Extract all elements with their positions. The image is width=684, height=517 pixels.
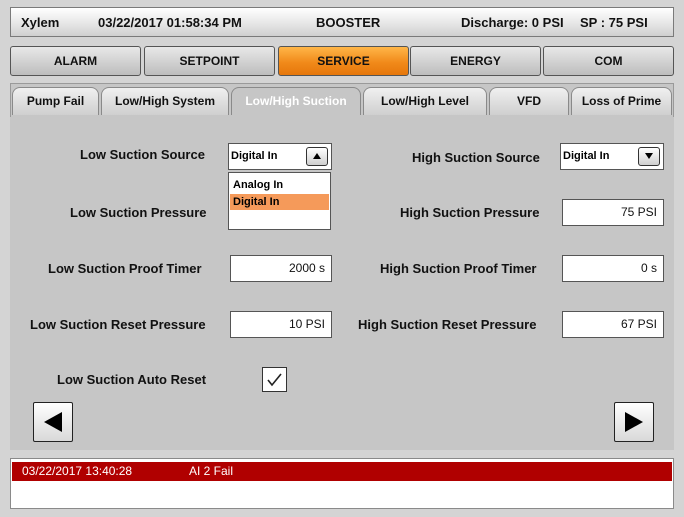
active-alarm-list: 03/22/2017 13:40:28 AI 2 Fail [10,458,674,509]
subtab-loss-of-prime[interactable]: Loss of Prime [571,87,672,115]
tab-com[interactable]: COM [543,46,674,76]
high-suction-reset-pressure-field[interactable]: 67 PSI [562,311,664,338]
subtab-low-high-suction[interactable]: Low/High Suction [231,87,361,115]
alarm-timestamp: 03/22/2017 13:40:28 [22,464,133,478]
subtab-low-high-level[interactable]: Low/High Level [363,87,487,115]
check-icon [267,373,282,387]
low-suction-auto-reset-label: Low Suction Auto Reset [57,372,207,387]
alarm-message: AI 2 Fail [189,464,234,478]
option-analog-in[interactable]: Analog In [230,177,329,193]
header-bar: Xylem 03/22/2017 01:58:34 PM BOOSTER Dis… [10,7,674,37]
next-page-button[interactable] [614,402,654,442]
hmi-screen: Xylem 03/22/2017 01:58:34 PM BOOSTER Dis… [0,0,684,517]
alarm-row[interactable]: 03/22/2017 13:40:28 AI 2 Fail [12,462,672,481]
discharge-readout: Discharge: 0 PSI [461,15,564,30]
low-suction-source-options: Analog In Digital In [228,172,331,230]
setpoint-readout: SP : 75 PSI [580,15,648,30]
app-name: Xylem [21,15,60,30]
low-suction-reset-pressure-label: Low Suction Reset Pressure [30,317,206,332]
subtab-pump-fail[interactable]: Pump Fail [12,87,99,115]
main-tab-bar: ALARM SETPOINT SERVICE ENERGY COM [10,46,674,76]
header-datetime: 03/22/2017 01:58:34 PM [98,15,242,30]
low-suction-source-dropdown[interactable]: Digital In [228,143,332,170]
low-suction-source-label: Low Suction Source [80,147,205,162]
high-suction-pressure-label: High Suction Pressure [400,205,540,220]
option-digital-in[interactable]: Digital In [230,194,329,210]
low-suction-reset-pressure-field[interactable]: 10 PSI [230,311,332,338]
high-suction-source-value: Digital In [563,150,610,162]
tab-alarm[interactable]: ALARM [10,46,141,76]
high-suction-source-label: High Suction Source [412,150,540,165]
low-suction-pressure-label: Low Suction Pressure [70,205,207,220]
triangle-right-icon [625,412,643,432]
triangle-left-icon [44,412,62,432]
subtab-vfd[interactable]: VFD [489,87,569,115]
low-suction-auto-reset-checkbox[interactable] [262,367,287,392]
triangle-up-icon[interactable] [306,147,328,166]
high-suction-reset-pressure-label: High Suction Reset Pressure [358,317,537,332]
mode-label: BOOSTER [316,15,381,30]
low-suction-proof-timer-label: Low Suction Proof Timer [48,261,202,276]
high-suction-pressure-field[interactable]: 75 PSI [562,199,664,226]
low-suction-source-value: Digital In [231,150,278,162]
high-suction-source-dropdown[interactable]: Digital In [560,143,664,170]
tab-service[interactable]: SERVICE [278,46,409,76]
low-suction-proof-timer-field[interactable]: 2000 s [230,255,332,282]
high-suction-proof-timer-field[interactable]: 0 s [562,255,664,282]
tab-setpoint[interactable]: SETPOINT [144,46,275,76]
high-suction-proof-timer-label: High Suction Proof Timer [380,261,537,276]
subtab-low-high-system[interactable]: Low/High System [101,87,229,115]
previous-page-button[interactable] [33,402,73,442]
tab-energy[interactable]: ENERGY [410,46,541,76]
triangle-down-icon[interactable] [638,147,660,166]
service-sub-tab-bar: Pump Fail Low/High System Low/High Sucti… [12,87,672,117]
